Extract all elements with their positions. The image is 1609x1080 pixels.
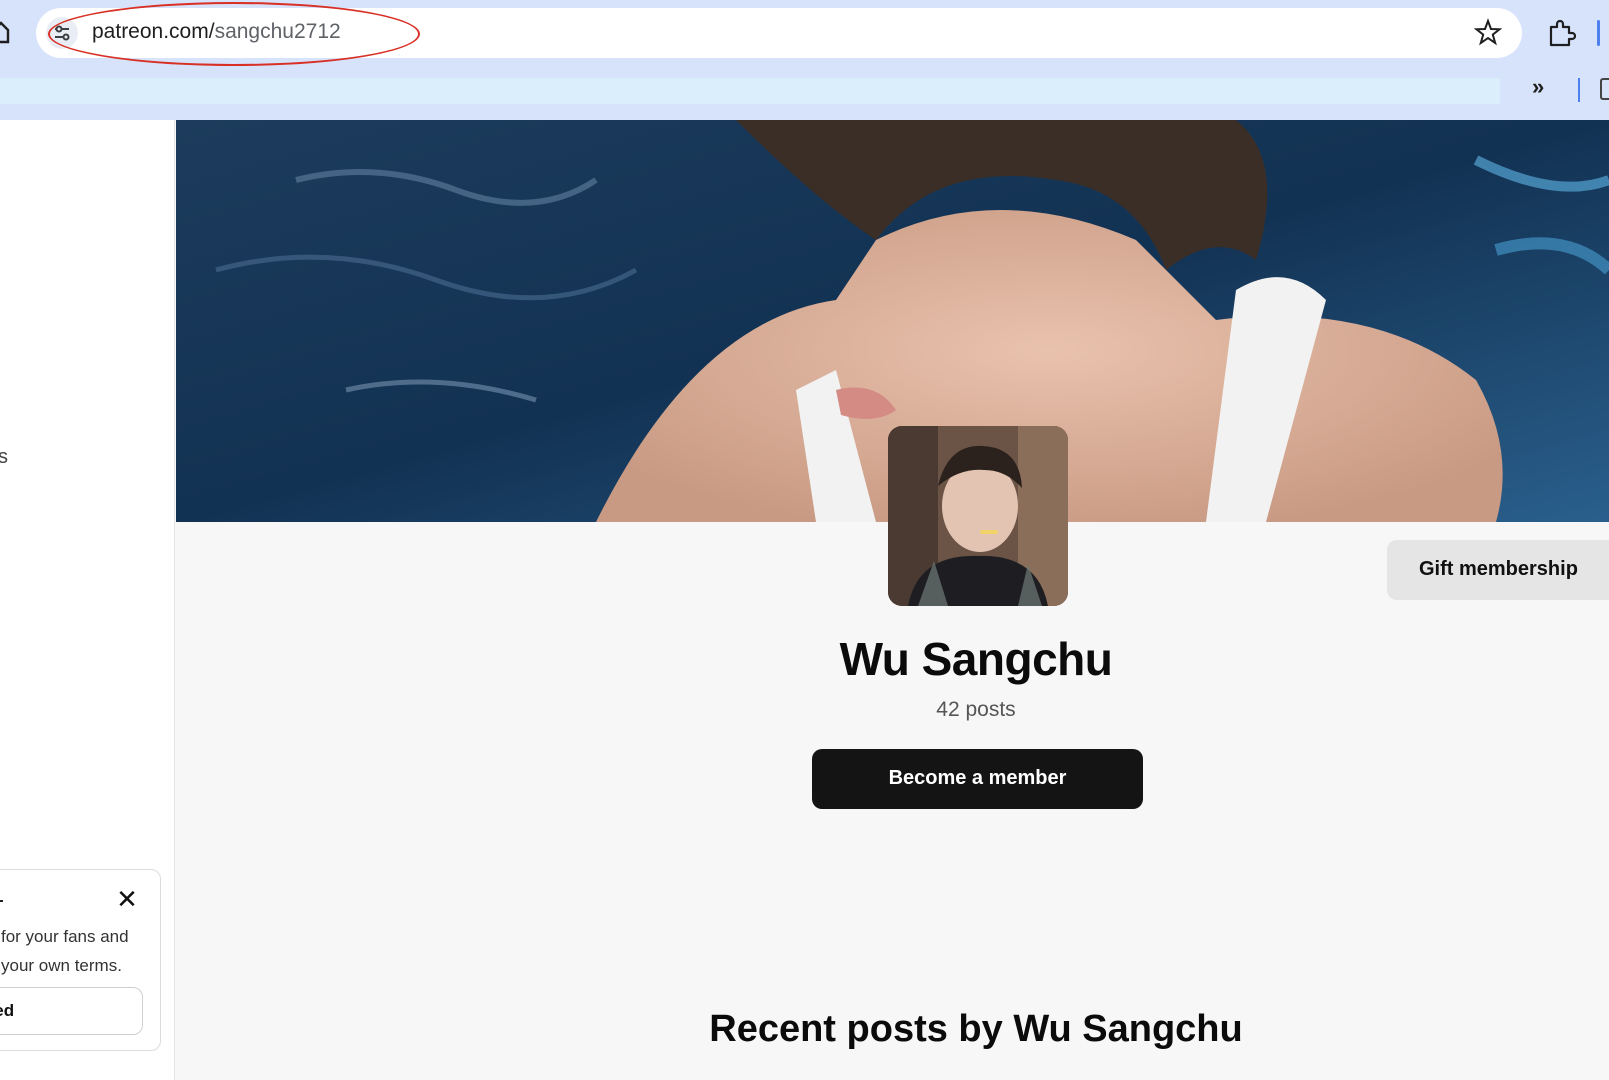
sidebar-item-label[interactable]: s: [0, 446, 8, 469]
close-icon[interactable]: ✕: [115, 886, 139, 912]
become-member-label: Become a member: [888, 767, 1067, 789]
bookmarks-divider: [1578, 78, 1580, 102]
recent-posts-heading: Recent posts by Wu Sangchu: [709, 1008, 1243, 1050]
home-icon[interactable]: [0, 20, 10, 44]
creator-avatar[interactable]: [888, 426, 1068, 606]
extensions-puzzle-icon[interactable]: [1546, 18, 1576, 48]
url-path: sangchu2712: [214, 20, 341, 43]
get-started-button[interactable]: rted: [0, 987, 143, 1035]
get-started-label: rted: [0, 1001, 15, 1020]
promo-text: for your fans and your own terms.: [1, 922, 161, 980]
browser-toolbar: patreon.com/sangchu2712 »: [0, 0, 1609, 120]
gift-membership-label: Gift membership: [1419, 558, 1578, 580]
bookmark-star-icon[interactable]: [1474, 18, 1502, 46]
post-count: 42 posts: [936, 698, 1016, 721]
site-info-icon[interactable]: [46, 17, 78, 49]
url-domain: patreon.com/: [92, 20, 215, 43]
address-bar[interactable]: patreon.com/sangchu2712: [36, 2, 1522, 66]
creator-promo-card: ✕ for your fans and your own terms. rted: [0, 869, 161, 1051]
promo-title-fragment: [0, 900, 3, 902]
reading-list-icon[interactable]: [1600, 78, 1609, 100]
gift-membership-button[interactable]: Gift membership: [1387, 540, 1609, 600]
more-bookmarks-chevron-icon[interactable]: »: [1532, 74, 1544, 100]
toolbar-divider: [1597, 20, 1600, 46]
promo-text-line: for your fans and: [1, 927, 129, 946]
bookmarks-bar: [0, 78, 1500, 104]
sidebar: s ✕ for your fans and your own terms. rt…: [0, 120, 175, 1080]
url-text[interactable]: patreon.com/sangchu2712: [92, 20, 341, 44]
promo-text-line: your own terms.: [1, 956, 122, 975]
become-member-button[interactable]: Become a member: [812, 749, 1143, 809]
creator-name: Wu Sangchu: [839, 633, 1113, 685]
